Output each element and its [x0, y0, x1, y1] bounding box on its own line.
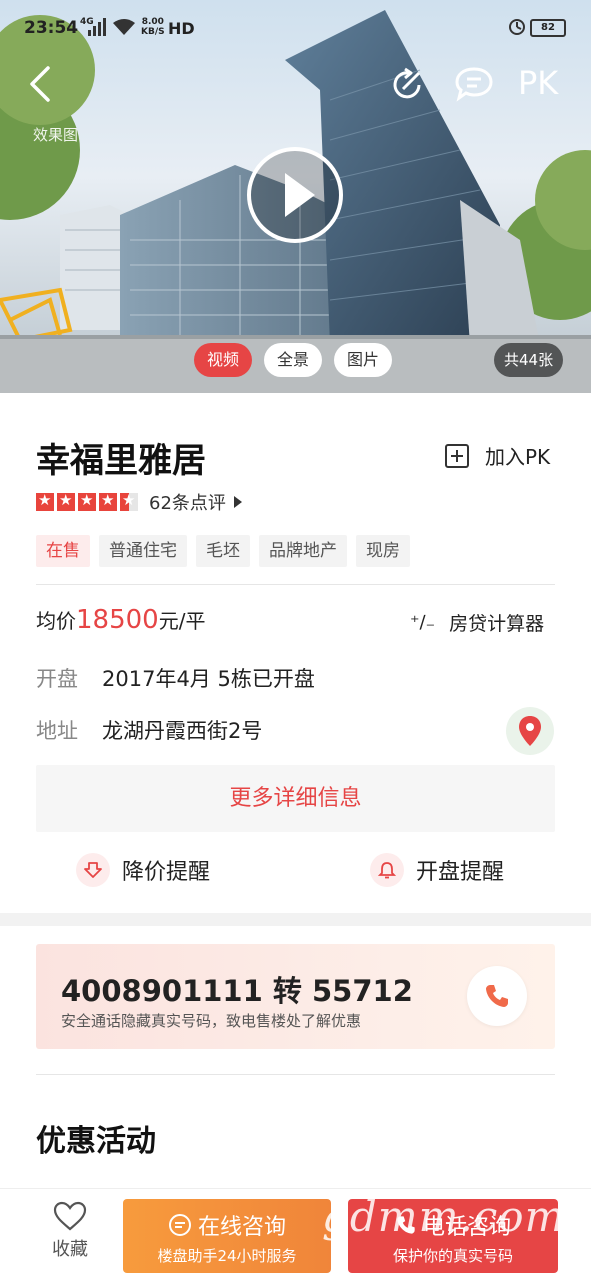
opening-alert-label: 开盘提醒	[416, 860, 505, 885]
signal-icon	[88, 18, 106, 36]
calculator-icon: ⁺∕₋	[410, 612, 436, 633]
map-button[interactable]	[506, 707, 554, 755]
tag-status: 在售	[36, 535, 90, 567]
phone-card[interactable]: 4008901111 转 55712 安全通话隐藏真实号码，致电售楼处了解优惠	[36, 944, 555, 1049]
opening-value: 2017年4月 5栋已开盘	[102, 667, 315, 691]
price-value: 18500	[76, 605, 159, 635]
price-drop-label: 降价提醒	[122, 860, 211, 885]
more-info-button[interactable]: 更多详细信息	[36, 765, 555, 832]
address-label: 地址	[36, 719, 78, 743]
rating-row[interactable]: 62条点评	[36, 489, 242, 515]
phone-hint: 安全通话隐藏真实号码，致电售楼处了解优惠	[61, 1012, 362, 1030]
heart-icon	[53, 1201, 87, 1231]
status-time: 23:54	[24, 18, 79, 38]
add-pk-button[interactable]: 加入PK	[445, 441, 550, 470]
plus-square-icon	[445, 443, 469, 468]
star-icon	[99, 491, 117, 511]
address-value[interactable]: 龙湖丹霞西街2号	[102, 715, 262, 745]
tag-type: 普通住宅	[99, 535, 187, 567]
favorite-label: 收藏	[52, 1239, 88, 1260]
mortgage-calculator-button[interactable]: ⁺∕₋ 房贷计算器	[410, 609, 544, 636]
share-icon	[393, 67, 421, 99]
hd-indicator: HD	[168, 19, 195, 38]
promotions-title: 优惠活动	[36, 1124, 156, 1159]
opening-alert-button[interactable]: 开盘提醒	[370, 853, 504, 887]
bottom-action-bar: 收藏 在线咨询 楼盘助手24小时服务 电话咨询 保护你的真实号码	[0, 1188, 591, 1280]
bell-icon	[370, 853, 404, 887]
property-info-card: 幸福里雅居 加入PK 62条点评 在售 普通住宅 毛坯 品牌地产 现房 均价18…	[0, 393, 591, 913]
opening-label: 开盘	[36, 667, 78, 691]
status-bar: 23:54 4G 8.00 KB/S HD 82	[0, 0, 591, 58]
price-unit: 元/平	[158, 609, 206, 633]
property-title: 幸福里雅居	[36, 441, 206, 481]
phone-icon	[397, 1216, 415, 1234]
add-pk-label: 加入PK	[485, 445, 551, 469]
phone-number: 4008901111 转 55712	[61, 974, 413, 1008]
caret-right-icon	[233, 496, 242, 508]
location-pin-icon	[519, 716, 541, 746]
pk-button[interactable]: PK	[518, 64, 558, 102]
net-speed: 8.00 KB/S	[141, 17, 165, 37]
tab-panorama[interactable]: 全景	[264, 343, 323, 377]
star-icon	[36, 491, 54, 511]
tag-brand: 品牌地产	[259, 535, 347, 567]
calculator-label: 房贷计算器	[449, 613, 545, 635]
price-row: 均价18500元/平	[36, 605, 205, 635]
tag-ready: 现房	[356, 535, 410, 567]
star-icon	[57, 491, 75, 511]
tag-decoration: 毛坯	[196, 535, 250, 567]
phone-consult-button[interactable]: 电话咨询 保护你的真实号码	[348, 1199, 558, 1273]
hero-image-gallery[interactable]: 23:54 4G 8.00 KB/S HD 82 PK 效果图 视频 全景 图片…	[0, 0, 591, 393]
property-tags: 在售 普通住宅 毛坯 品牌地产 现房	[36, 535, 419, 567]
online-consult-sub: 楼盘助手24小时服务	[157, 1247, 297, 1265]
back-button[interactable]	[18, 62, 62, 106]
divider	[36, 1074, 555, 1075]
rendering-label: 效果图	[33, 126, 79, 144]
price-prefix: 均价	[36, 609, 76, 633]
half-star-icon	[120, 491, 138, 511]
wifi-icon	[113, 19, 135, 35]
price-drop-alert-button[interactable]: 降价提醒	[76, 853, 210, 887]
net-speed-value: 8.00	[141, 17, 164, 27]
online-consult-button[interactable]: 在线咨询 楼盘助手24小时服务	[123, 1199, 331, 1273]
net-speed-unit: KB/S	[141, 27, 165, 37]
play-video-button[interactable]	[247, 147, 343, 243]
star-icon	[78, 491, 96, 511]
chat-bubble-icon	[168, 1214, 191, 1236]
battery-indicator: 82	[530, 19, 566, 37]
share-button[interactable]	[386, 62, 430, 106]
price-drop-icon	[76, 853, 110, 887]
tab-photos[interactable]: 图片	[334, 343, 393, 377]
chat-icon	[455, 67, 493, 102]
alarm-icon	[509, 19, 525, 35]
divider	[36, 584, 555, 585]
phone-consult-sub: 保护你的真实号码	[392, 1247, 513, 1265]
review-count: 62条点评	[149, 493, 226, 514]
tab-video[interactable]: 视频	[194, 343, 253, 377]
online-consult-label: 在线咨询	[197, 1215, 286, 1240]
phone-consult-label: 电话咨询	[422, 1215, 511, 1240]
play-icon	[285, 173, 315, 217]
chevron-left-icon	[30, 66, 50, 102]
phone-icon	[486, 985, 508, 1007]
favorite-button[interactable]: 收藏	[40, 1201, 100, 1261]
message-button[interactable]	[452, 62, 496, 106]
photo-count-badge[interactable]: 共44张	[494, 343, 564, 377]
call-button[interactable]	[467, 966, 527, 1026]
